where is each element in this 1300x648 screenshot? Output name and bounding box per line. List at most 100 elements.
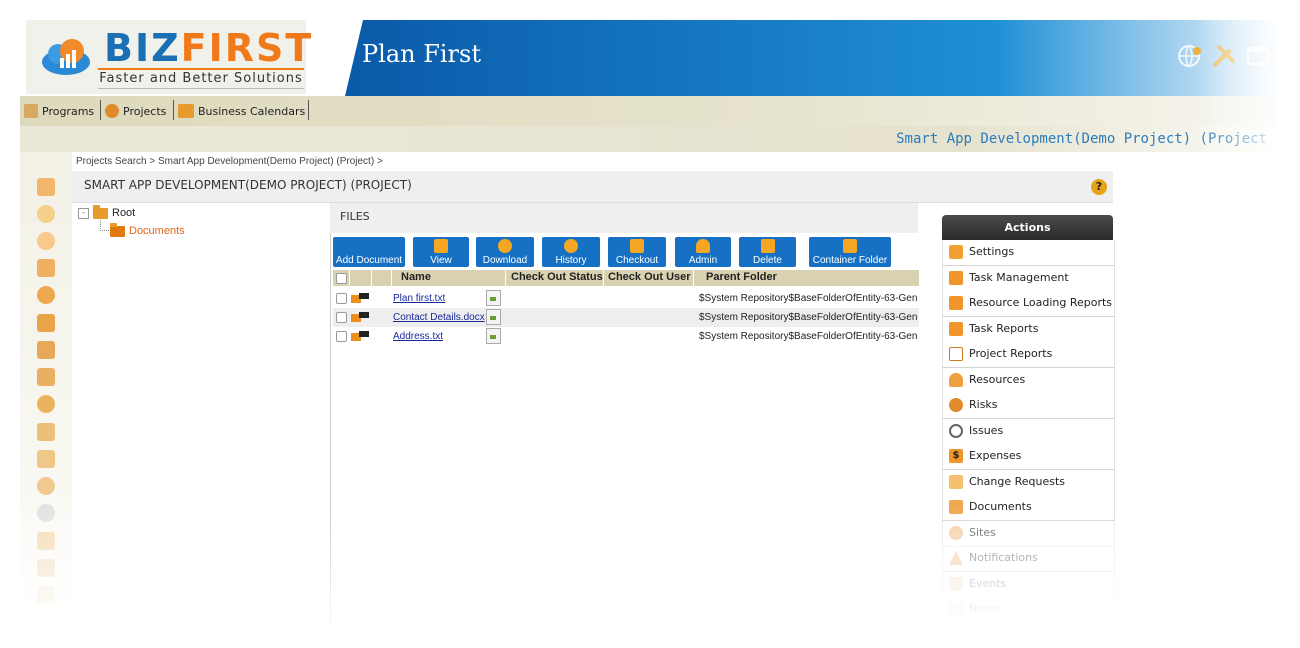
menu-divider [100,100,101,120]
action-resources[interactable]: Resources [942,368,1115,394]
action-label: Risks [969,398,998,411]
expenses-icon: $ [949,449,963,463]
download-button[interactable]: Download [476,237,534,267]
project-title[interactable]: Smart App Development(Demo Project) (Pro… [896,131,1267,147]
folder-icon[interactable] [37,532,55,550]
resource-loading-icon [949,296,963,310]
column-check-out-user[interactable]: Check Out User [608,271,691,283]
app-window: BIZFIRST Faster and Better Solutions Pla… [20,20,1275,630]
menu-item-programs[interactable]: Programs [24,102,94,120]
user-search-icon[interactable] [37,395,55,413]
checkout-button[interactable]: Checkout [608,237,666,267]
file-name-link[interactable]: Plan first.txt [393,293,445,304]
file-type-icon [351,292,369,304]
help-icon[interactable]: ? [1091,179,1107,195]
download-icon [498,239,512,253]
task-icon[interactable] [37,259,55,277]
table-row[interactable]: Plan first.txt $System Repository$BaseFo… [333,289,919,308]
column-divider [349,270,350,286]
action-label: Task Reports [969,322,1039,335]
action-documents[interactable]: Documents [942,495,1115,521]
globe-user-icon[interactable] [1176,42,1204,70]
row-checkbox[interactable] [336,331,347,342]
task-management-icon [949,271,963,285]
menu-divider [308,100,309,120]
broken-image-icon [486,328,501,344]
budget-icon[interactable] [37,423,55,441]
column-divider [693,270,694,286]
button-label: Delete [753,255,782,266]
action-project-reports[interactable]: Project Reports [942,342,1115,368]
menu-item-label: Programs [42,104,95,118]
change-requests-icon [949,475,963,489]
refresh-icon[interactable] [37,504,55,522]
row-checkbox[interactable] [336,312,347,323]
file-name-link[interactable]: Address.txt [393,331,443,342]
column-name[interactable]: Name [401,271,431,283]
action-risks[interactable]: Risks [942,393,1115,419]
add-document-button[interactable]: Add Document [333,237,405,267]
tree-node-label: Documents [129,225,185,237]
action-expenses[interactable]: $ Expenses [942,444,1115,470]
history-button[interactable]: History [542,237,600,267]
action-resource-loading-reports[interactable]: Resource Loading Reports [942,291,1115,317]
view-button[interactable]: View [413,237,469,267]
action-issues[interactable]: Issues [942,419,1115,445]
menu-item-projects[interactable]: Projects [105,102,166,120]
menu-item-business-calendars[interactable]: Business Calendars [178,102,305,120]
history-icon [564,239,578,253]
header-icons [1176,42,1272,70]
container-folder-button[interactable]: Container Folder [809,237,891,267]
admin-button[interactable]: Admin [675,237,731,267]
action-label: Documents [969,500,1032,513]
parent-folder: $System Repository$BaseFolderOfEntity-63… [699,331,918,342]
report-search-icon[interactable] [37,341,55,359]
idea-icon[interactable] [37,205,55,223]
user-icon[interactable] [37,477,55,495]
search-icon[interactable] [37,232,55,250]
tools-icon[interactable] [1210,42,1238,70]
tree-node-root[interactable]: - Root [78,204,135,219]
handshake-icon[interactable] [37,450,55,468]
action-label: Settings [969,245,1015,258]
delete-button[interactable]: Delete [739,237,796,267]
save-icon[interactable] [37,314,55,332]
parent-folder: $System Repository$BaseFolderOfEntity-63… [699,293,918,304]
action-task-management[interactable]: Task Management [942,266,1115,292]
column-parent-folder[interactable]: Parent Folder [706,271,777,283]
breadcrumb[interactable]: Projects Search > Smart App Development(… [76,156,383,167]
tree-node-documents[interactable]: Documents [110,222,185,237]
button-label: Admin [688,255,718,266]
project-icon[interactable] [37,368,55,386]
action-sites[interactable]: Sites [942,521,1115,547]
action-label: Expenses [969,449,1022,462]
app-title: Plan First [362,40,481,68]
table-row[interactable]: Contact Details.docx $System Repository$… [333,308,919,327]
action-change-requests[interactable]: Change Requests [942,470,1115,496]
window-icon[interactable] [1244,42,1272,70]
action-task-reports[interactable]: Task Reports [942,317,1115,343]
sites-icon [949,526,963,540]
logo[interactable]: BIZFIRST Faster and Better Solutions [26,20,311,94]
hierarchy-icon[interactable] [37,178,55,196]
action-notes[interactable]: Notes [942,597,1115,623]
folder-tree: - Root Documents [76,204,330,630]
table-row[interactable]: Address.txt $System Repository$BaseFolde… [333,327,919,346]
action-label: Change Requests [969,475,1066,488]
row-checkbox[interactable] [336,293,347,304]
action-settings[interactable]: Settings [942,240,1115,266]
action-notifications[interactable]: Notifications [942,546,1115,572]
network-icon[interactable] [37,286,55,304]
calendar-icon[interactable] [37,559,55,577]
select-all-checkbox[interactable] [336,273,347,284]
action-label: Notes [969,602,1001,615]
file-name-link[interactable]: Contact Details.docx [393,312,485,323]
notes-icon[interactable] [37,586,55,604]
action-events[interactable]: Events [942,572,1115,598]
column-check-out-status[interactable]: Check Out Status [511,271,603,283]
collapse-icon[interactable]: - [78,207,89,219]
files-header: FILES [330,203,918,233]
action-label: Issues [969,424,1004,437]
files-panel: Add Document View Download History Check… [330,233,919,630]
files-title: FILES [340,210,370,223]
